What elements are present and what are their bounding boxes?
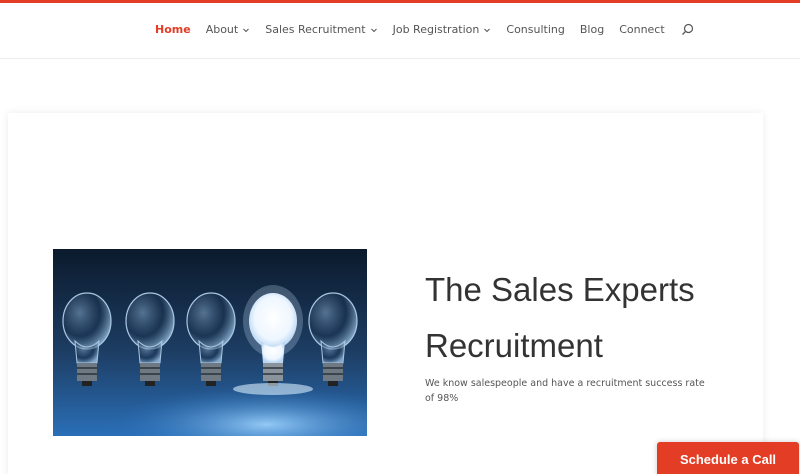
hero-subtitle: We know salespeople and have a recruitme… — [425, 378, 705, 404]
chevron-down-icon — [243, 28, 250, 32]
nav-item-label: About — [205, 23, 239, 36]
lightbulbs-illustration — [53, 249, 367, 436]
nav-item-label: Blog — [579, 23, 605, 36]
chevron-down-icon — [484, 28, 491, 32]
nav-item-sales-recruitment[interactable]: Sales Recruitment — [265, 23, 377, 36]
hero-title-line: The Sales Experts — [425, 271, 695, 308]
nav-item-consulting[interactable]: Consulting — [506, 23, 564, 36]
nav-item-label: Sales Recruitment — [265, 23, 366, 36]
nav-item-label: Consulting — [506, 23, 565, 36]
nav-item-job-registration[interactable]: Job Registration — [393, 23, 492, 36]
nav-item-label: Home — [155, 23, 191, 36]
hero-title: The Sales Experts Recruitment — [425, 262, 745, 374]
nav-item-label: Job Registration — [392, 23, 480, 36]
hero-title-line: Recruitment — [425, 327, 603, 364]
nav-item-about[interactable]: About — [206, 23, 251, 36]
nav-item-label: Connect — [619, 23, 665, 36]
chevron-down-icon — [370, 28, 377, 32]
main-nav: Home About Sales Recruitment Job Registr… — [155, 23, 694, 36]
nav-item-home[interactable]: Home — [155, 23, 191, 36]
nav-item-connect[interactable]: Connect — [619, 23, 664, 36]
schedule-call-button[interactable]: Schedule a Call — [657, 442, 799, 474]
nav-item-blog[interactable]: Blog — [580, 23, 604, 36]
search-icon[interactable] — [681, 23, 694, 36]
site-header: Home About Sales Recruitment Job Registr… — [0, 3, 800, 59]
lightbulbs-image — [53, 249, 367, 436]
